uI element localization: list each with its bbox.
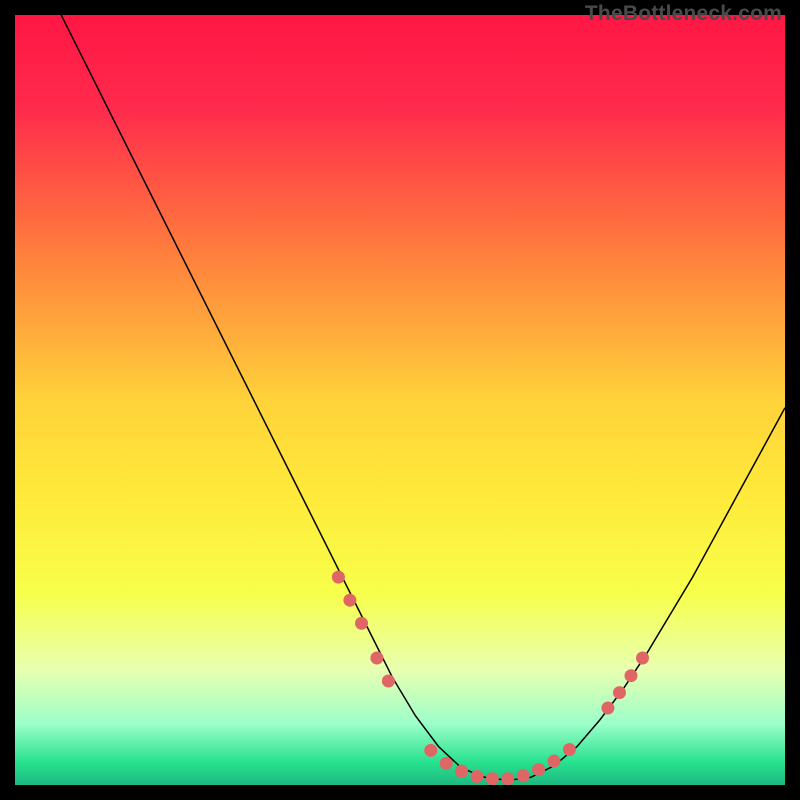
marker-dot (613, 686, 626, 699)
marker-dot (486, 772, 499, 785)
marker-dot (471, 770, 484, 783)
marker-dot (440, 757, 453, 770)
marker-dot (625, 669, 638, 682)
watermark-text: TheBottleneck.com (585, 2, 782, 26)
marker-dot (532, 763, 545, 776)
marker-dot (501, 772, 514, 785)
marker-dot (548, 755, 561, 768)
marker-dot (332, 571, 345, 584)
marker-dot (601, 702, 614, 715)
marker-dot (424, 744, 437, 757)
marker-dot (355, 617, 368, 630)
marker-dot (636, 652, 649, 665)
marker-dot (343, 594, 356, 607)
chart-svg (15, 15, 785, 785)
marker-dot (455, 765, 468, 778)
marker-dot (517, 769, 530, 782)
gradient-bg (15, 15, 785, 785)
marker-dot (370, 652, 383, 665)
marker-dot (382, 675, 395, 688)
marker-dot (563, 743, 576, 756)
chart-area (15, 15, 785, 785)
